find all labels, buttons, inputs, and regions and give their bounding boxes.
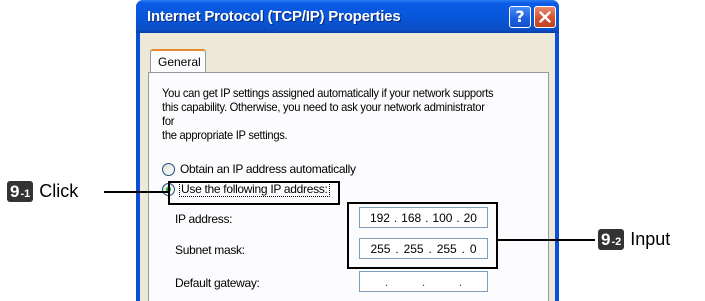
callout-line-click: [104, 191, 168, 193]
description-text: You can get IP settings assigned automat…: [162, 86, 494, 142]
radio-label: Obtain an IP address automatically: [180, 162, 356, 176]
gateway-dot: .: [384, 274, 389, 289]
tab-general[interactable]: General: [150, 49, 206, 72]
radio-highlight-frame: [168, 181, 340, 205]
help-button[interactable]: ?: [509, 6, 531, 28]
gateway-dot: .: [421, 274, 426, 289]
default-gateway-label: Default gateway:: [175, 276, 260, 290]
gateway-dot: .: [458, 274, 463, 289]
callout-input: 9 -2 Input: [598, 229, 670, 250]
fields-highlight-frame: [347, 202, 498, 269]
callout-click: 9 -1 Click: [7, 181, 78, 202]
close-icon: [539, 11, 551, 23]
tab-label: General: [158, 55, 201, 69]
ip-address-label: IP address:: [175, 212, 233, 226]
step-badge: 9 -2: [598, 229, 625, 250]
close-button[interactable]: [534, 6, 556, 28]
question-icon: ?: [515, 7, 525, 26]
default-gateway-input[interactable]: . . .: [359, 271, 488, 292]
callout-text: Click: [39, 181, 79, 201]
window-title: Internet Protocol (TCP/IP) Properties: [147, 8, 401, 25]
radio-obtain-automatically[interactable]: Obtain an IP address automatically: [162, 161, 356, 177]
subnet-mask-label: Subnet mask:: [175, 243, 245, 257]
step-badge: 9 -1: [7, 181, 34, 202]
callout-line-input: [498, 239, 595, 241]
radio-button[interactable]: [162, 162, 175, 176]
title-bar[interactable]: Internet Protocol (TCP/IP) Properties ?: [136, 0, 559, 33]
callout-text: Input: [630, 229, 671, 249]
